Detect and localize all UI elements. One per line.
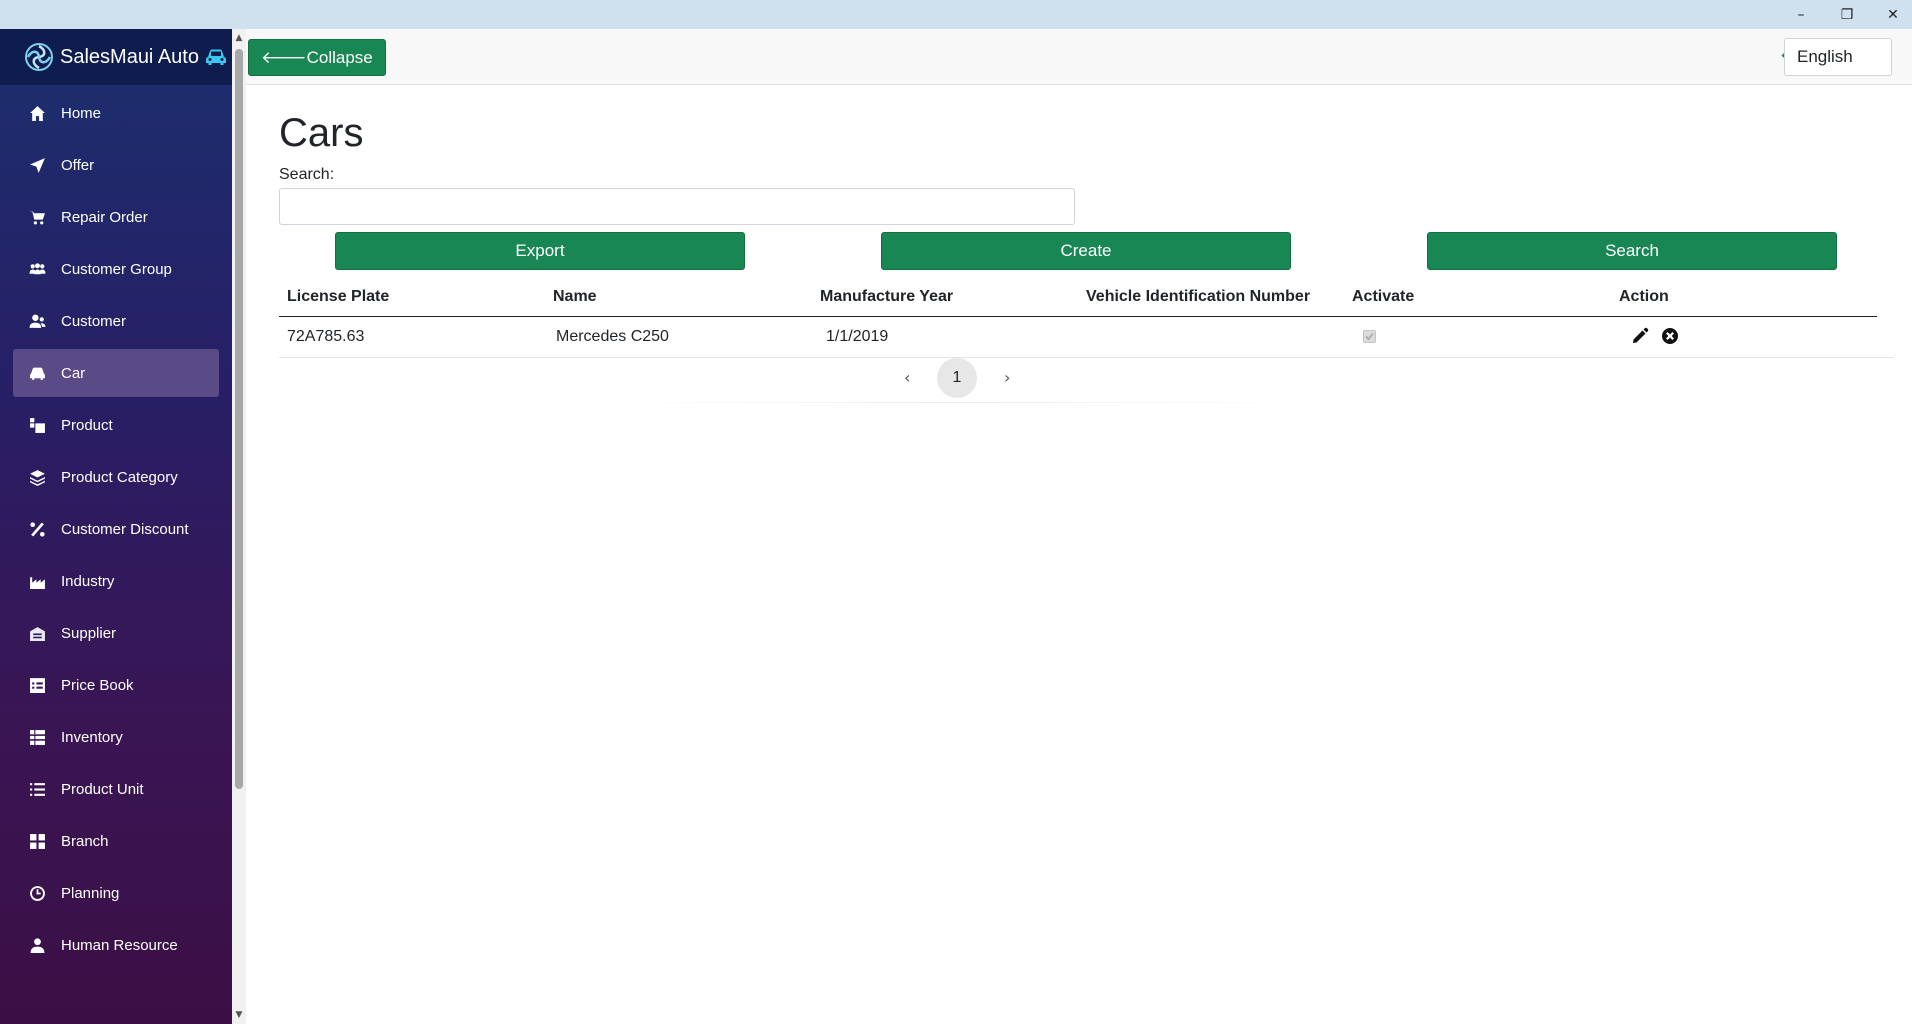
sidebar-item-label: Product [61, 416, 113, 434]
restore-button[interactable]: ❐ [1824, 0, 1870, 29]
action-buttons: Export Create Search [279, 232, 1894, 272]
car-icon [27, 363, 47, 383]
logo-icon [25, 43, 53, 71]
sidebar-item-label: Branch [61, 832, 109, 850]
home-icon [27, 103, 47, 123]
pagination: ‹ 1 › [279, 358, 1894, 403]
prev-page-button[interactable]: ‹ [904, 368, 910, 387]
page-1-button[interactable]: 1 [937, 358, 977, 398]
sidebar-item-product[interactable]: Product [13, 401, 219, 449]
sidebar-item-label: Customer Group [61, 260, 172, 278]
sidebar-item-price-book[interactable]: Price Book [13, 661, 219, 709]
create-button[interactable]: Create [881, 232, 1291, 270]
column-header-name[interactable]: Name [553, 288, 597, 306]
close-window-button[interactable]: ✕ [1870, 0, 1912, 29]
car-brand-icon [205, 49, 226, 65]
minimize-button[interactable]: – [1778, 0, 1824, 29]
sidebar-item-car[interactable]: Car [13, 349, 219, 397]
sidebar-item-product-category[interactable]: Product Category [13, 453, 219, 501]
warehouse-icon [27, 623, 47, 643]
sidebar-item-label: Product Unit [61, 780, 144, 798]
layers-icon [27, 467, 47, 487]
cell-manufacture-year: 1/1/2019 [826, 328, 889, 345]
sidebar-item-repair-order[interactable]: Repair Order [13, 193, 219, 241]
cars-table: License Plate Name Manufacture Year Vehi… [279, 280, 1894, 403]
sidebar-item-product-unit[interactable]: Product Unit [13, 765, 219, 813]
sidebar-item-home[interactable]: Home [13, 89, 219, 137]
sidebar-item-label: Planning [61, 884, 120, 902]
sidebar: SalesMaui Auto Home Offer Repair Order C… [0, 29, 232, 1024]
sidebar-item-branch[interactable]: Branch [13, 817, 219, 865]
sidebar-item-label: Customer Discount [61, 520, 189, 538]
main-content: Cars Search: Export Create Search Licens… [279, 85, 1894, 403]
grid-icon [27, 831, 47, 851]
topbar: 🡐Collapse English [246, 29, 1912, 85]
sidebar-item-label: Offer [61, 156, 95, 174]
search-input[interactable] [279, 188, 1075, 225]
sidebar-item-industry[interactable]: Industry [13, 557, 219, 605]
next-page-button[interactable]: › [1004, 368, 1010, 387]
sidebar-item-label: Human Resource [61, 936, 178, 954]
list-grid-icon [27, 727, 47, 747]
table-row[interactable]: 72A785.63 Mercedes C250 1/1/2019 [279, 317, 1894, 358]
column-header-action: Action [1619, 288, 1669, 305]
sidebar-item-label: Car [61, 364, 86, 382]
edit-icon[interactable] [1631, 327, 1649, 345]
sidebar-item-label: Inventory [61, 728, 123, 746]
table-icon [27, 675, 47, 695]
scrollbar-thumb[interactable] [235, 49, 243, 789]
sidebar-item-label: Repair Order [61, 208, 148, 226]
list-icon [27, 779, 47, 799]
sidebar-nav: Home Offer Repair Order Customer Group C… [0, 89, 232, 969]
sidebar-item-customer-group[interactable]: Customer Group [13, 245, 219, 293]
search-button[interactable]: Search [1427, 232, 1837, 270]
cell-name: Mercedes C250 [556, 328, 669, 345]
sidebar-item-customer[interactable]: Customer [13, 297, 219, 345]
sidebar-scrollbar[interactable]: ▲ ▼ [232, 29, 246, 1024]
paper-plane-icon [27, 155, 47, 175]
sidebar-item-label: Industry [61, 572, 115, 590]
brand-name: SalesMaui Auto [60, 45, 199, 68]
export-button[interactable]: Export [335, 232, 745, 270]
clock-icon [27, 883, 47, 903]
page-title: Cars [279, 111, 364, 155]
scroll-down-icon[interactable]: ▼ [234, 1010, 244, 1020]
user-icon [27, 935, 47, 955]
cell-license-plate: 72A785.63 [287, 328, 365, 345]
scroll-up-icon[interactable]: ▲ [234, 33, 244, 43]
activate-checkbox[interactable] [1363, 330, 1376, 343]
user-group-icon [27, 311, 47, 331]
search-label: Search: [279, 166, 335, 183]
sidebar-item-supplier[interactable]: Supplier [13, 609, 219, 657]
sidebar-item-customer-discount[interactable]: Customer Discount [13, 505, 219, 553]
column-header-activate[interactable]: Activate [1352, 288, 1414, 306]
brand[interactable]: SalesMaui Auto [0, 29, 232, 85]
users-icon [27, 259, 47, 279]
sidebar-item-label: Price Book [61, 676, 134, 694]
delete-icon[interactable] [1661, 327, 1679, 345]
pager-divider [619, 402, 1299, 403]
industry-icon [27, 571, 47, 591]
sidebar-item-offer[interactable]: Offer [13, 141, 219, 189]
window-titlebar: – ❐ ✕ [0, 0, 1912, 29]
sidebar-item-label: Product Category [61, 468, 178, 486]
sidebar-item-label: Home [61, 104, 102, 122]
percent-icon [27, 519, 47, 539]
collapse-button[interactable]: 🡐Collapse [248, 39, 386, 76]
sidebar-item-human-resource[interactable]: Human Resource [13, 921, 219, 969]
sidebar-item-label: Supplier [61, 624, 117, 642]
sidebar-item-label: Customer [61, 312, 127, 330]
sidebar-item-planning[interactable]: Planning [13, 869, 219, 917]
column-header-vin[interactable]: Vehicle Identification Number [1086, 288, 1310, 306]
column-header-license-plate[interactable]: License Plate [287, 288, 389, 306]
checkmark-icon [1365, 332, 1374, 341]
sidebar-item-inventory[interactable]: Inventory [13, 713, 219, 761]
product-icon [27, 415, 47, 435]
table-header: License Plate Name Manufacture Year Vehi… [279, 280, 1877, 317]
cart-icon [27, 207, 47, 227]
column-header-manufacture-year[interactable]: Manufacture Year [820, 288, 953, 306]
language-select[interactable]: English [1784, 38, 1892, 76]
